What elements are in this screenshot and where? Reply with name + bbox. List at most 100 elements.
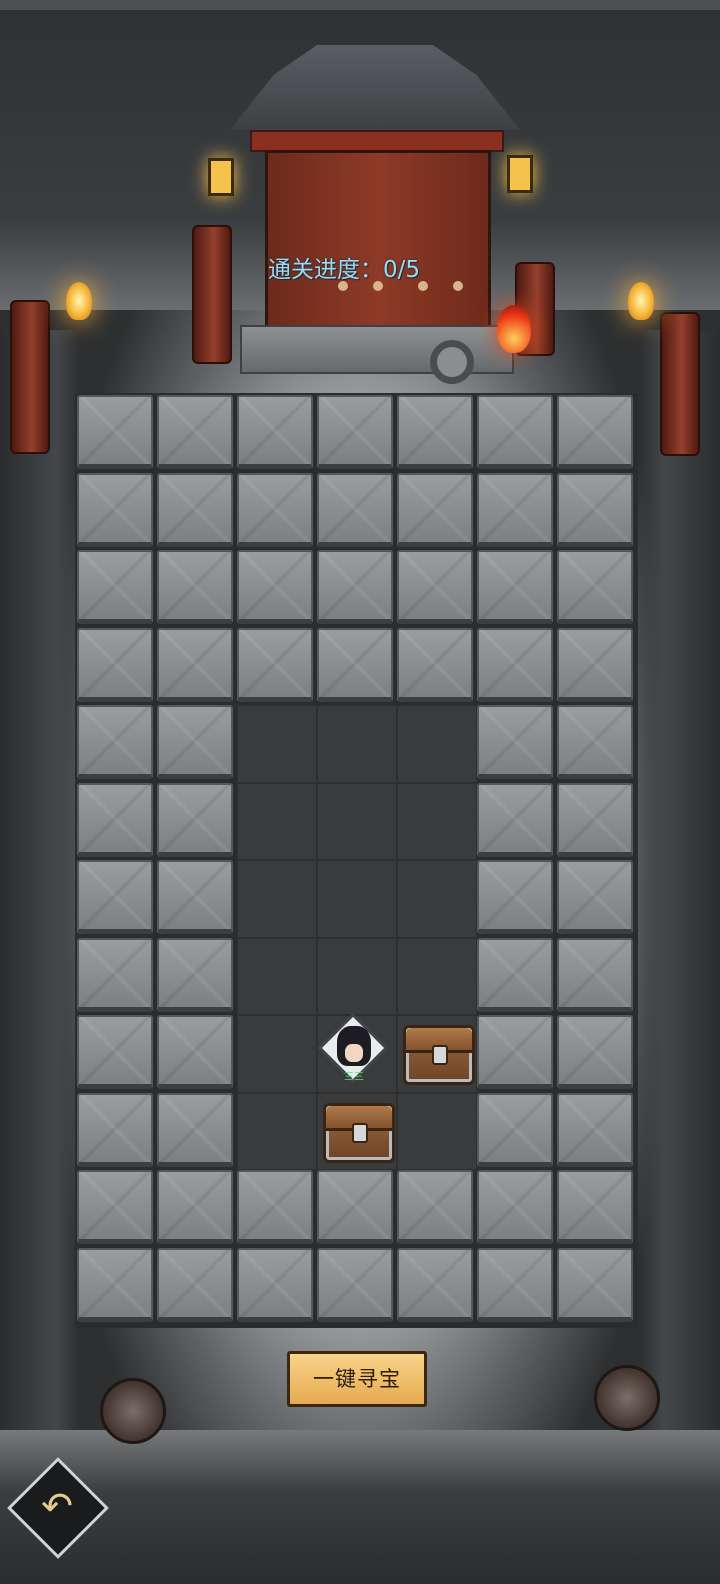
floor-tile [237, 782, 317, 860]
stone-tile[interactable] [557, 860, 633, 934]
stone-tile[interactable] [557, 937, 633, 1012]
stone-tile[interactable] [77, 705, 153, 779]
stone-tile[interactable] [77, 1015, 153, 1089]
auto-treasure-button[interactable]: 一键寻宝 [287, 1351, 427, 1407]
stone-tile[interactable] [157, 1092, 233, 1167]
stone-tile[interactable] [397, 627, 473, 702]
stone-tile[interactable] [477, 395, 553, 469]
stone-tile[interactable] [397, 1247, 473, 1322]
stone-tile[interactable] [477, 937, 553, 1012]
stone-tile[interactable] [237, 395, 313, 469]
stone-tile[interactable] [397, 395, 473, 469]
stone-tile[interactable] [557, 627, 633, 702]
stone-tile[interactable] [477, 782, 553, 857]
stone-tile[interactable] [77, 860, 153, 934]
stone-tile[interactable] [477, 1015, 553, 1089]
wheel-icon [430, 340, 474, 384]
stone-tile[interactable] [77, 627, 153, 702]
stone-tile[interactable] [157, 550, 233, 624]
floor-tile [317, 705, 397, 783]
stone-tile[interactable] [557, 1015, 633, 1089]
stone-tile[interactable] [77, 937, 153, 1012]
stone-tile[interactable] [157, 472, 233, 547]
cave-wall-left [0, 330, 80, 1530]
stone-tile[interactable] [557, 472, 633, 547]
stone-tile[interactable] [477, 1092, 553, 1167]
stone-tile[interactable] [557, 705, 633, 779]
stone-tile[interactable] [157, 705, 233, 779]
back-arrow-icon: ↶ [41, 1484, 73, 1528]
floor-tile [317, 860, 397, 938]
floor-tile [397, 1092, 477, 1170]
stone-tile[interactable] [237, 550, 313, 624]
stone-tile[interactable] [77, 472, 153, 547]
stone-tile[interactable] [557, 1170, 633, 1244]
stone-tile[interactable] [477, 627, 553, 702]
stone-tile[interactable] [317, 472, 393, 547]
stone-tile[interactable] [317, 395, 393, 469]
stone-tile[interactable] [157, 860, 233, 934]
floor-tile [237, 705, 317, 783]
stone-tile[interactable] [157, 782, 233, 857]
stone-tile[interactable] [157, 1170, 233, 1244]
stone-tile[interactable] [157, 1015, 233, 1089]
treasure-chest-icon[interactable] [403, 1025, 475, 1085]
stone-tile[interactable] [397, 1170, 473, 1244]
stone-tile[interactable] [157, 937, 233, 1012]
stone-tile[interactable] [77, 1092, 153, 1167]
pillar-left-outer [10, 300, 50, 454]
stone-tile[interactable] [77, 1247, 153, 1322]
stump-left-icon [100, 1378, 166, 1444]
stone-tile[interactable] [237, 1170, 313, 1244]
stone-tile[interactable] [477, 860, 553, 934]
pillar-right-outer [660, 312, 700, 456]
stone-tile[interactable] [317, 1247, 393, 1322]
floor-tile [397, 782, 477, 860]
stone-tile[interactable] [317, 550, 393, 624]
floor-tile [317, 782, 397, 860]
stone-tile[interactable] [317, 1170, 393, 1244]
cave-wall-right [640, 330, 720, 1530]
floor-tile [237, 1092, 317, 1170]
shrine-door [265, 150, 491, 349]
floor-tile [237, 1015, 317, 1093]
stone-tile[interactable] [397, 550, 473, 624]
treasure-chest-icon[interactable] [323, 1102, 395, 1163]
hero-tag: 三三 [344, 1072, 364, 1083]
stone-tile[interactable] [317, 627, 393, 702]
stone-tile[interactable] [477, 1247, 553, 1322]
stone-tile[interactable] [157, 395, 233, 469]
stone-tile[interactable] [477, 472, 553, 547]
stone-tile[interactable] [77, 782, 153, 857]
stump-right-icon [594, 1365, 660, 1431]
fire-icon [497, 305, 531, 353]
hero-face [345, 1044, 363, 1062]
torch-left-icon [66, 282, 92, 320]
stone-tile[interactable] [237, 472, 313, 547]
stone-tile[interactable] [477, 1170, 553, 1244]
stone-tile[interactable] [557, 782, 633, 857]
stone-tile[interactable] [237, 627, 313, 702]
stone-tile[interactable] [77, 395, 153, 469]
floor-tile [397, 860, 477, 938]
shrine-beam [250, 130, 504, 152]
stone-tile[interactable] [557, 550, 633, 624]
stone-tile[interactable] [157, 1247, 233, 1322]
stone-tile[interactable] [157, 627, 233, 702]
hero-avatar[interactable]: 三三 [319, 1014, 387, 1088]
stone-tile[interactable] [477, 705, 553, 779]
stone-tile[interactable] [477, 550, 553, 624]
pillar-left-inner [192, 225, 232, 364]
game-scene: 通关进度：0/5 三三 一键寻宝 ↶ [0, 0, 720, 1584]
stone-tile[interactable] [77, 1170, 153, 1244]
stone-tile[interactable] [557, 395, 633, 469]
stone-tile[interactable] [77, 550, 153, 624]
floor-tile [317, 937, 397, 1015]
stone-tile[interactable] [397, 472, 473, 547]
stone-tile[interactable] [237, 1247, 313, 1322]
stone-tile[interactable] [557, 1092, 633, 1167]
treasure-board [75, 393, 638, 1328]
level-progress: 通关进度：0/5 [268, 257, 421, 283]
stone-tile[interactable] [557, 1247, 633, 1322]
floor-tile [397, 937, 477, 1015]
